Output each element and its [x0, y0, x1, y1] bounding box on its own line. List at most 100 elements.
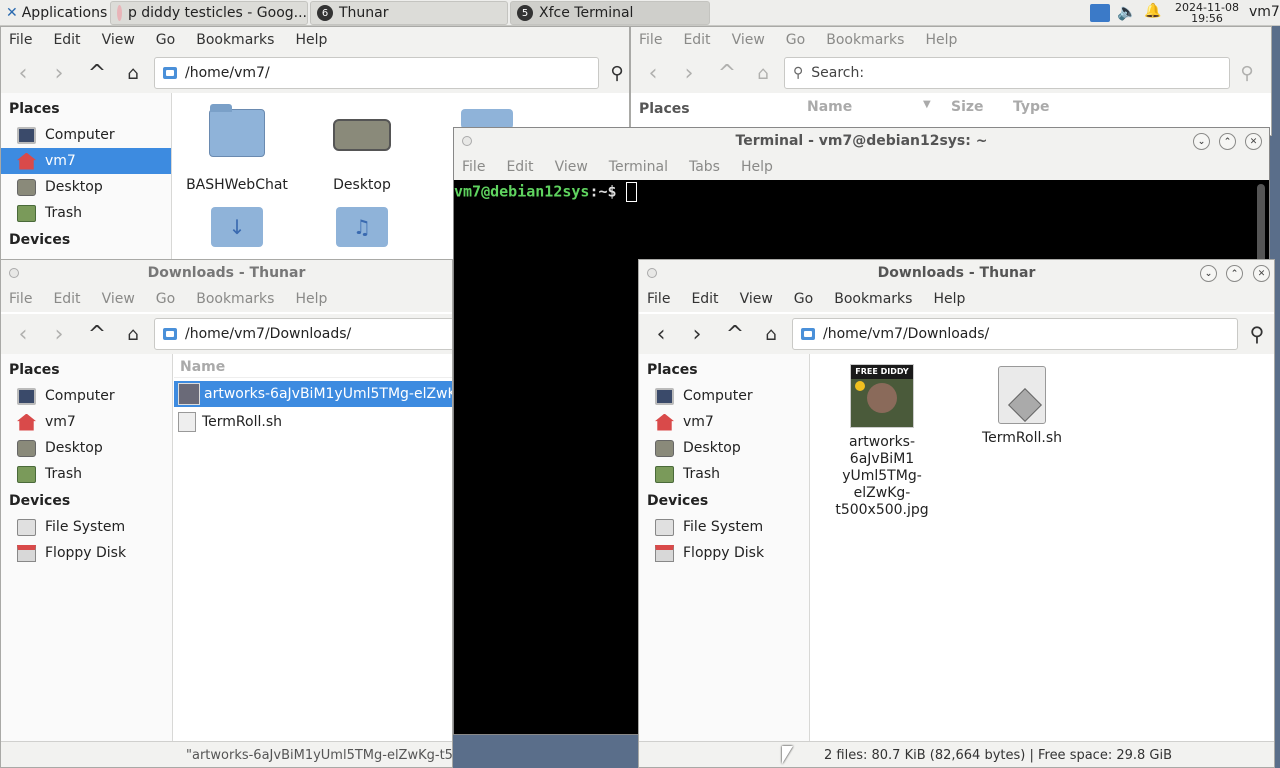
forward-icon[interactable]: › [677, 61, 701, 86]
home-icon[interactable]: ⌂ [751, 61, 775, 85]
sidebar-item-desktop[interactable]: Desktop [1, 174, 171, 200]
sidebar-item-computer[interactable]: Computer [1, 383, 172, 409]
maximize-icon[interactable]: ⌃ [1219, 133, 1236, 150]
home-icon[interactable]: ⌂ [121, 322, 145, 346]
table-row[interactable]: TermRoll.sh [174, 409, 452, 435]
home-icon[interactable]: ⌂ [759, 322, 783, 346]
music-folder-icon[interactable]: ♫ [336, 207, 388, 247]
volume-icon[interactable]: 🔈 [1117, 2, 1137, 21]
back-icon[interactable]: ‹ [649, 322, 673, 347]
menu-terminal[interactable]: Terminal [609, 159, 668, 175]
menu-view[interactable]: View [740, 291, 773, 307]
network-icon[interactable] [1090, 4, 1110, 22]
back-icon[interactable]: ‹ [11, 322, 35, 347]
menu-bookmarks[interactable]: Bookmarks [196, 291, 274, 307]
sidebar-item-trash[interactable]: Trash [1, 461, 172, 487]
forward-icon[interactable]: › [47, 61, 71, 86]
menu-help[interactable]: Help [741, 159, 773, 175]
search-icon[interactable]: ⚲ [605, 61, 629, 85]
taskbar-thunar[interactable]: 6 Thunar [310, 1, 508, 25]
menu-bookmarks[interactable]: Bookmarks [826, 32, 904, 48]
sidebar-item-desktop[interactable]: Desktop [1, 435, 172, 461]
up-icon[interactable]: ^ [723, 322, 747, 347]
location-bar[interactable]: /home/vm7/Downloads/ [154, 318, 452, 350]
notification-bell-icon[interactable]: 🔔 [1144, 3, 1161, 19]
menu-go[interactable]: Go [156, 291, 175, 307]
maximize-icon[interactable]: ⌃ [1226, 265, 1243, 282]
sidebar-item-file-system[interactable]: File System [1, 514, 172, 540]
menu-go[interactable]: Go [794, 291, 813, 307]
folder-icon[interactable] [461, 109, 513, 129]
sidebar-item-trash[interactable]: Trash [639, 461, 809, 487]
menu-file[interactable]: File [462, 159, 485, 175]
menu-edit[interactable]: Edit [683, 32, 710, 48]
menu-tabs[interactable]: Tabs [689, 159, 720, 175]
search-input[interactable]: ⚲ Search: [784, 57, 1230, 89]
menu-file[interactable]: File [9, 32, 32, 48]
downloads-folder-icon[interactable]: ↓ [211, 207, 263, 247]
applications-menu-button[interactable]: ✕ Applications⋮ [0, 0, 108, 26]
search-icon[interactable]: ⚲ [1245, 322, 1269, 346]
taskbar-browser[interactable]: p diddy testicles - Goog... [110, 1, 308, 25]
column-name-header[interactable]: Name [174, 356, 452, 378]
menu-edit[interactable]: Edit [506, 159, 533, 175]
column-name-header[interactable]: Name [807, 99, 852, 115]
menu-help[interactable]: Help [933, 291, 965, 307]
menu-file[interactable]: File [639, 32, 662, 48]
sidebar-item-desktop[interactable]: Desktop [639, 435, 809, 461]
clock[interactable]: 2024-11-08 19:56 [1172, 2, 1242, 24]
close-icon[interactable]: ✕ [1253, 265, 1270, 282]
file-item[interactable]: BASHWebChat [186, 104, 288, 193]
up-icon[interactable]: ^ [85, 61, 109, 86]
minimize-icon[interactable]: ⌄ [1193, 133, 1210, 150]
menu-edit[interactable]: Edit [53, 32, 80, 48]
location-bar[interactable]: /home/vm7/ [154, 57, 599, 89]
terminal-scrollbar[interactable] [1257, 184, 1265, 264]
sidebar-item-floppy-disk[interactable]: Floppy Disk [639, 540, 809, 566]
forward-icon[interactable]: › [685, 322, 709, 347]
menu-bookmarks[interactable]: Bookmarks [196, 32, 274, 48]
back-icon[interactable]: ‹ [641, 61, 665, 86]
menu-view[interactable]: View [732, 32, 765, 48]
sidebar-item-vm7[interactable]: vm7 [639, 409, 809, 435]
menu-help[interactable]: Help [925, 32, 957, 48]
minimize-icon[interactable]: ⌄ [1200, 265, 1217, 282]
menu-file[interactable]: File [9, 291, 32, 307]
file-item[interactable]: TermRoll.sh [969, 366, 1075, 446]
search-icon[interactable]: ⚲ [1235, 61, 1259, 85]
menu-bookmarks[interactable]: Bookmarks [834, 291, 912, 307]
file-item[interactable]: FREE DIDDY artworks-6aJvBiM1 yUml5TMg- e… [819, 364, 945, 519]
table-row[interactable]: artworks-6aJvBiM1yUml5TMg-elZwKg [174, 381, 452, 407]
location-bar[interactable]: /home/vm7/Downloads/ [792, 318, 1238, 350]
user-menu[interactable]: vm7 [1249, 4, 1280, 20]
back-icon[interactable]: ‹ [11, 61, 35, 86]
menu-view[interactable]: View [102, 291, 135, 307]
menu-go[interactable]: Go [156, 32, 175, 48]
up-icon[interactable]: ^ [715, 61, 739, 86]
forward-icon[interactable]: › [47, 322, 71, 347]
menu-view[interactable]: View [555, 159, 588, 175]
window-menu-icon[interactable] [9, 268, 19, 278]
up-icon[interactable]: ^ [85, 322, 109, 347]
window-menu-icon[interactable] [462, 136, 472, 146]
menu-go[interactable]: Go [786, 32, 805, 48]
sidebar-item-vm7[interactable]: vm7 [1, 409, 172, 435]
column-size-header[interactable]: Size [951, 99, 984, 115]
close-icon[interactable]: ✕ [1245, 133, 1262, 150]
sidebar-item-vm7[interactable]: vm7 [1, 148, 171, 174]
sidebar-item-computer[interactable]: Computer [1, 122, 171, 148]
window-menu-icon[interactable] [647, 268, 657, 278]
menu-help[interactable]: Help [295, 291, 327, 307]
file-item[interactable]: Desktop [314, 109, 410, 193]
menu-file[interactable]: File [647, 291, 670, 307]
menu-edit[interactable]: Edit [53, 291, 80, 307]
sidebar-item-file-system[interactable]: File System [639, 514, 809, 540]
menu-help[interactable]: Help [295, 32, 327, 48]
menu-view[interactable]: View [102, 32, 135, 48]
home-icon[interactable]: ⌂ [121, 61, 145, 85]
taskbar-terminal[interactable]: 5 Xfce Terminal [510, 1, 710, 25]
sidebar-item-trash[interactable]: Trash [1, 200, 171, 226]
terminal-prompt[interactable]: vm7@debian12sys:~$ [454, 182, 637, 202]
column-type-header[interactable]: Type [1013, 99, 1050, 115]
sidebar-item-floppy-disk[interactable]: Floppy Disk [1, 540, 172, 566]
